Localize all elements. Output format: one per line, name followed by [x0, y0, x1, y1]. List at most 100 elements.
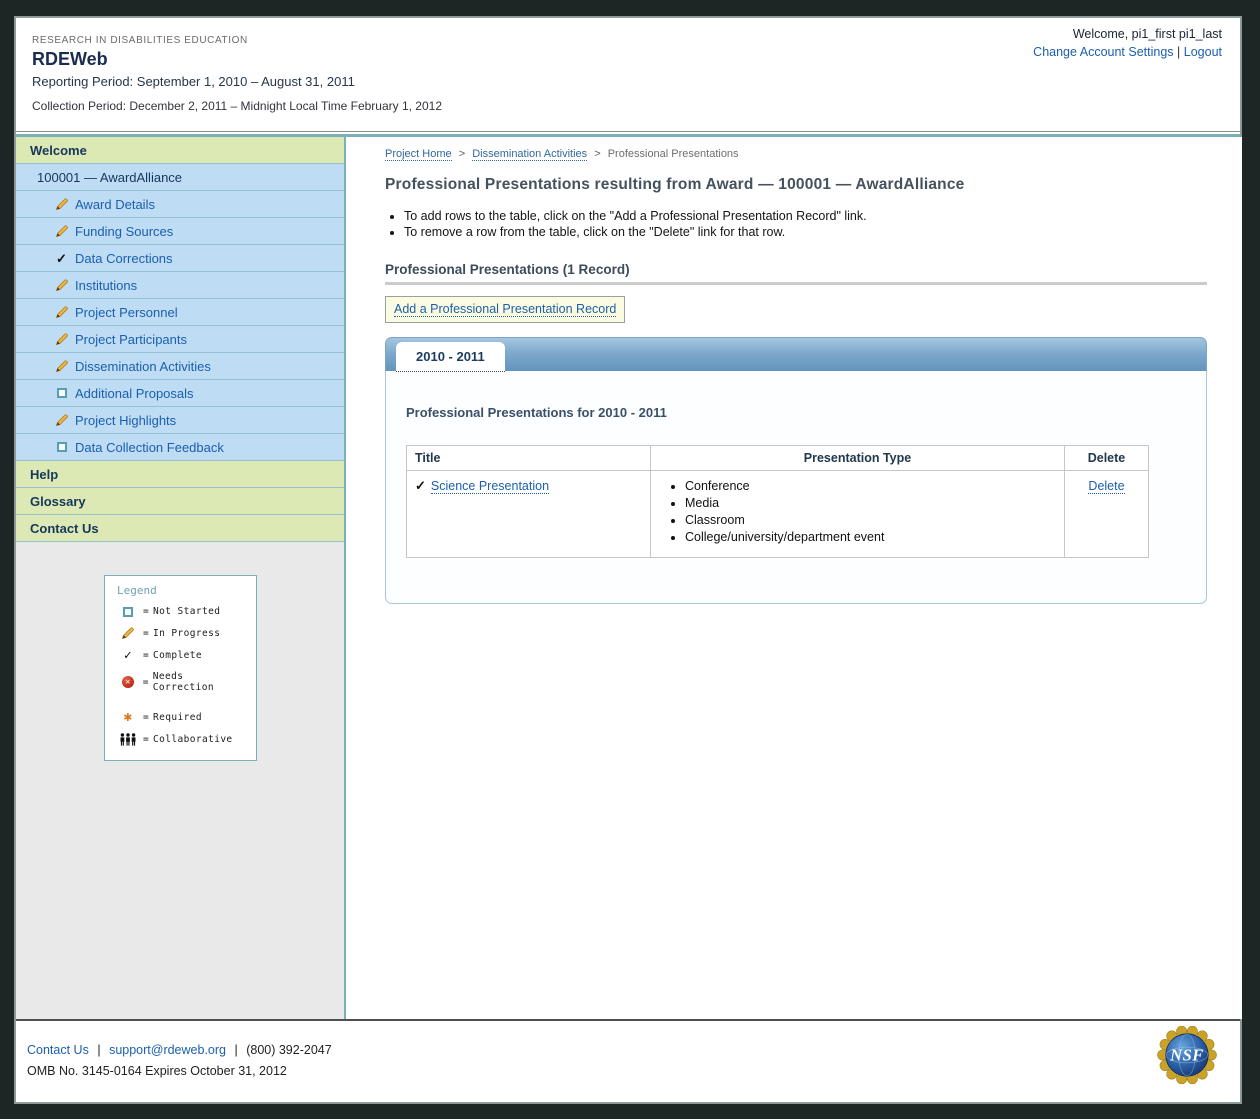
sidebar-item-glossary[interactable]: Glossary — [16, 488, 344, 515]
breadcrumb-dissemination-activities[interactable]: Dissemination Activities — [472, 148, 587, 161]
legend-label: Not Started — [153, 606, 220, 617]
collaborative-people-icon — [117, 733, 139, 746]
omb-number: OMB No. 3145-0164 Expires October 31, 20… — [27, 1064, 1240, 1078]
sidebar-item-project-personnel[interactable]: Project Personnel — [16, 299, 344, 326]
check-icon — [117, 649, 139, 662]
section-rule — [385, 282, 1207, 285]
footer-email-link[interactable]: support@rdeweb.org — [109, 1043, 226, 1057]
sidebar-item-project-participants[interactable]: Project Participants — [16, 326, 344, 353]
sidebar-item-award[interactable]: 100001 — AwardAlliance — [16, 164, 344, 191]
sidebar-item-data-corrections[interactable]: Data Corrections — [16, 245, 344, 272]
presentation-type-item: Classroom — [685, 513, 1056, 527]
nsf-logo-text: NSF — [1169, 1046, 1204, 1065]
nsf-logo: NSF — [1157, 1025, 1217, 1088]
panel-heading: Professional Presentations for 2010 - 20… — [406, 405, 1186, 420]
sidebar-item-label: Data Collection Feedback — [75, 440, 224, 455]
sidebar-item-additional-proposals[interactable]: Additional Proposals — [16, 380, 344, 407]
instruction-item: To remove a row from the table, click on… — [404, 225, 1207, 239]
year-tab-panel: 2010 - 2011 Professional Presentations f… — [385, 337, 1207, 604]
pencil-icon — [54, 278, 69, 292]
legend-item-needs-correction: = Needs Correction — [117, 671, 250, 693]
legend-label: In Progress — [153, 628, 220, 639]
sidebar-item-label: Award Details — [75, 197, 155, 212]
legend-label: Required — [153, 712, 202, 723]
add-record-box: Add a Professional Presentation Record — [385, 296, 625, 323]
legend-title: Legend — [117, 584, 250, 597]
legend-item-collaborative: = Collaborative — [117, 733, 250, 746]
sidebar-item-label: Institutions — [75, 278, 137, 293]
check-icon — [415, 478, 426, 493]
breadcrumb-project-home[interactable]: Project Home — [385, 148, 452, 161]
add-professional-presentation-link[interactable]: Add a Professional Presentation Record — [394, 302, 616, 317]
sidebar-item-label: Contact Us — [30, 521, 99, 536]
sidebar-item-label: Glossary — [30, 494, 86, 509]
sidebar-item-funding-sources[interactable]: Funding Sources — [16, 218, 344, 245]
column-header-presentation-type: Presentation Type — [651, 446, 1065, 471]
needs-correction-icon — [117, 676, 139, 688]
presentation-type-item: Conference — [685, 479, 1056, 493]
sidebar-item-label: Funding Sources — [75, 224, 173, 239]
delete-cell: Delete — [1065, 471, 1149, 558]
sidebar-nav: Welcome 100001 — AwardAlliance Award Det… — [16, 137, 346, 1019]
pencil-icon — [54, 359, 69, 373]
legend-label: Needs Correction — [153, 671, 250, 693]
legend-box: Legend = Not Started = In Progress = Com… — [104, 575, 257, 761]
collection-period: Collection Period: December 2, 2011 – Mi… — [32, 99, 1240, 113]
welcome-user-text: Welcome, pi1_first pi1_last — [1033, 27, 1222, 41]
sidebar-item-welcome[interactable]: Welcome — [16, 137, 344, 164]
sidebar-item-label: Project Personnel — [75, 305, 178, 320]
pencil-icon — [54, 305, 69, 319]
breadcrumb-current: Professional Presentations — [608, 148, 739, 160]
legend-item-in-progress: = In Progress — [117, 626, 250, 640]
footer-contact-us-link[interactable]: Contact Us — [27, 1043, 89, 1057]
account-links-separator: | — [1177, 45, 1180, 59]
delete-row-link[interactable]: Delete — [1088, 479, 1124, 494]
pencil-icon — [117, 626, 139, 640]
legend-item-complete: = Complete — [117, 649, 250, 662]
legend-label: Collaborative — [153, 734, 233, 745]
not-started-square-icon — [54, 388, 69, 398]
page-title: Professional Presentations resulting fro… — [385, 176, 1207, 194]
account-area: Welcome, pi1_first pi1_last Change Accou… — [1033, 27, 1222, 59]
section-heading: Professional Presentations (1 Record) — [385, 262, 1207, 277]
page-footer: Contact Us | support@rdeweb.org | (800) … — [16, 1021, 1240, 1099]
pencil-icon — [54, 224, 69, 238]
presentation-type-item: Media — [685, 496, 1056, 510]
required-asterisk-icon — [117, 710, 139, 724]
change-account-settings-link[interactable]: Change Account Settings — [1033, 45, 1173, 59]
logout-link[interactable]: Logout — [1184, 45, 1222, 59]
sidebar-item-contact-us[interactable]: Contact Us — [16, 515, 344, 542]
sidebar-item-label: Dissemination Activities — [75, 359, 211, 374]
sidebar-item-project-highlights[interactable]: Project Highlights — [16, 407, 344, 434]
check-icon — [54, 252, 69, 265]
instruction-item: To add rows to the table, click on the "… — [404, 209, 1207, 223]
science-presentation-link[interactable]: Science Presentation — [431, 479, 549, 494]
sidebar-item-label: 100001 — AwardAlliance — [37, 170, 182, 185]
title-cell: Science Presentation — [407, 471, 651, 558]
not-started-square-icon — [54, 442, 69, 452]
sidebar-item-institutions[interactable]: Institutions — [16, 272, 344, 299]
pencil-icon — [54, 197, 69, 211]
tab-content-panel: Professional Presentations for 2010 - 20… — [385, 371, 1207, 604]
app-window: RESEARCH IN DISABILITIES EDUCATION RDEWe… — [14, 16, 1242, 1104]
footer-phone: (800) 392-2047 — [246, 1043, 331, 1057]
legend-label: Complete — [153, 650, 202, 661]
reporting-period: Reporting Period: September 1, 2010 – Au… — [32, 74, 1240, 89]
column-header-delete: Delete — [1065, 446, 1149, 471]
presentation-type-item: College/university/department event — [685, 530, 1056, 544]
instruction-list: To add rows to the table, click on the "… — [404, 209, 1207, 239]
sidebar-item-award-details[interactable]: Award Details — [16, 191, 344, 218]
legend-item-required: = Required — [117, 710, 250, 724]
tab-2010-2011[interactable]: 2010 - 2011 — [396, 342, 505, 372]
main-content: Project Home > Dissemination Activities … — [346, 137, 1242, 1019]
sidebar-item-data-collection-feedback[interactable]: Data Collection Feedback — [16, 434, 344, 461]
tab-bar: 2010 - 2011 — [385, 337, 1207, 371]
table-row: Science Presentation Conference Media Cl… — [407, 471, 1149, 558]
sidebar-item-dissemination-activities[interactable]: Dissemination Activities — [16, 353, 344, 380]
column-header-title: Title — [407, 446, 651, 471]
sidebar-item-label: Additional Proposals — [75, 386, 194, 401]
sidebar-item-help[interactable]: Help — [16, 461, 344, 488]
pencil-icon — [54, 332, 69, 346]
pencil-icon — [54, 413, 69, 427]
sidebar-item-label: Welcome — [30, 143, 87, 158]
